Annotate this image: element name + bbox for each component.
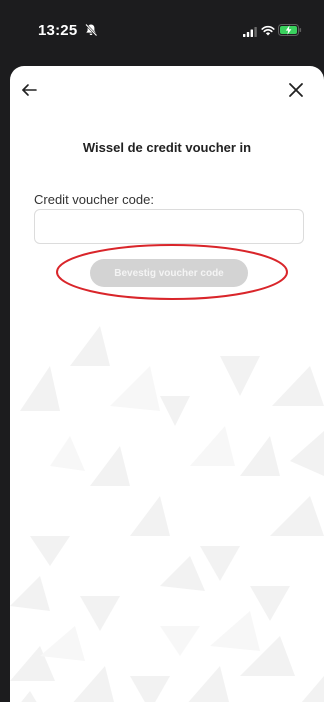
status-time: 13:25 <box>38 22 78 39</box>
voucher-sheet: Wissel de credit voucher in Credit vouch… <box>10 66 324 702</box>
cellular-signal-icon <box>243 27 257 37</box>
close-icon[interactable] <box>286 80 306 100</box>
bell-slash-icon <box>85 23 98 37</box>
battery-charging-icon <box>278 24 302 36</box>
phone-screen: 13:25 Wissel de credit voucher in Credit… <box>0 0 324 702</box>
triangle-pattern-background <box>10 326 324 702</box>
wifi-icon <box>261 25 275 36</box>
arrow-left-icon[interactable] <box>20 80 40 100</box>
confirm-voucher-button[interactable]: Bevestig voucher code <box>90 259 248 287</box>
voucher-code-input[interactable] <box>34 209 304 244</box>
voucher-code-label: Credit voucher code: <box>34 192 154 207</box>
status-bar: 13:25 <box>0 0 324 62</box>
page-title: Wissel de credit voucher in <box>82 140 252 155</box>
